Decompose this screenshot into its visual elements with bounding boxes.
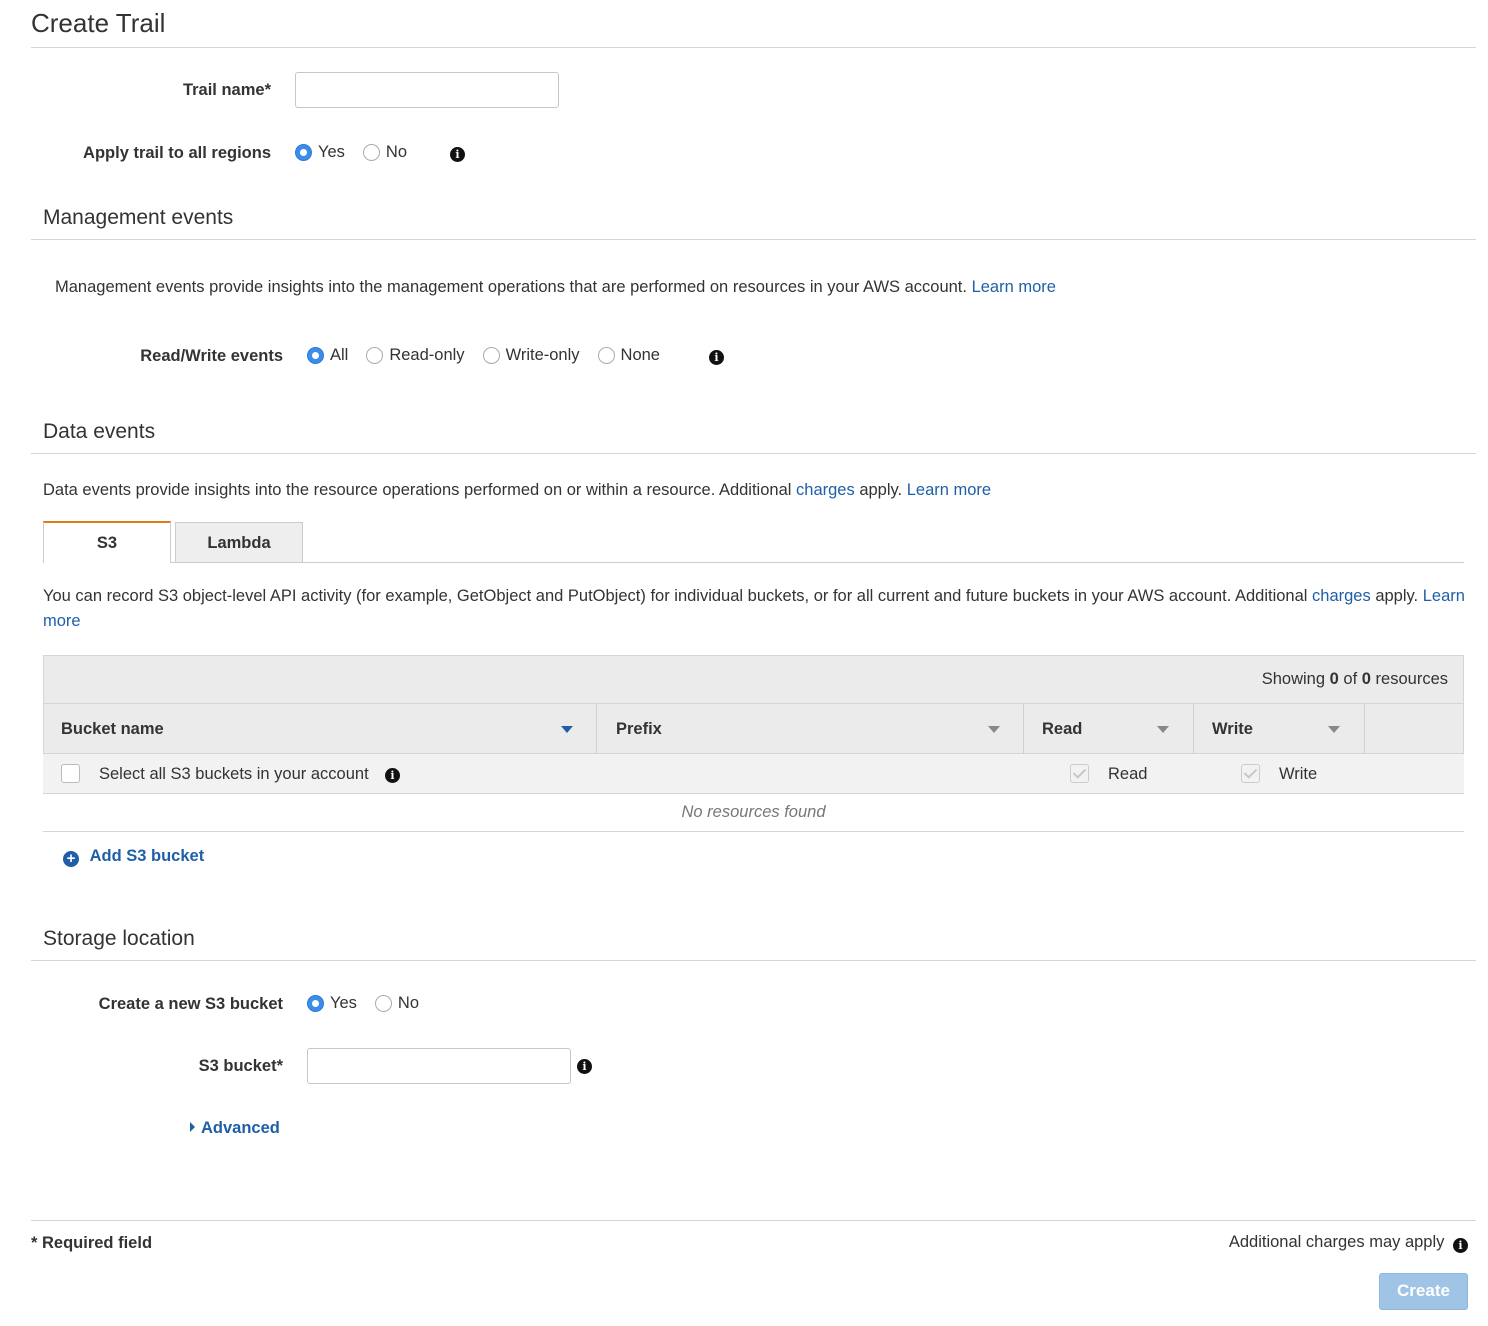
- radio-indicator: [374, 995, 392, 1012]
- rw-write-only-radio[interactable]: Write-only: [482, 346, 580, 365]
- radio-indicator: [366, 347, 384, 364]
- read-write-label: Read/Write events: [140, 347, 283, 365]
- create-button[interactable]: Create: [1379, 1273, 1468, 1310]
- radio-selected-indicator: [307, 995, 324, 1012]
- create-bucket-label: Create a new S3 bucket: [98, 995, 283, 1013]
- regions-label: Apply trail to all regions: [83, 144, 271, 162]
- radio-selected-indicator: [295, 144, 312, 161]
- storage-location-heading: Storage location: [43, 927, 195, 950]
- data-events-description: Data events provide insights into the re…: [43, 481, 992, 499]
- required-field-note: * Required field: [31, 1234, 153, 1252]
- select-all-label: Select all S3 buckets in your account: [99, 765, 369, 783]
- s3-charges-link[interactable]: charges: [1312, 587, 1371, 605]
- radio-indicator: [482, 347, 500, 364]
- table-column-headers: Bucket name Prefix Read Write: [43, 704, 1464, 754]
- storage-divider: [31, 960, 1476, 961]
- showing-count: Showing 0 of 0 resources: [1261, 670, 1448, 688]
- empty-state: No resources found: [681, 803, 826, 821]
- radio-indicator: [362, 144, 380, 161]
- management-divider: [31, 239, 1476, 240]
- page-title: Create Trail: [31, 8, 166, 38]
- additional-charges-note: Additional charges may apply i: [1229, 1233, 1468, 1253]
- regions-yes-radio[interactable]: Yes: [295, 143, 345, 162]
- regions-no-radio[interactable]: No: [362, 143, 407, 162]
- read-write-radio-group: All Read-only Write-only None: [307, 346, 678, 365]
- write-label: Write: [1279, 765, 1318, 783]
- read-checkbox: [1070, 764, 1089, 783]
- info-icon[interactable]: i: [709, 350, 724, 365]
- advanced-toggle[interactable]: Advanced: [190, 1119, 280, 1138]
- add-s3-bucket-link[interactable]: + Add S3 bucket: [63, 847, 204, 867]
- info-icon[interactable]: i: [577, 1059, 592, 1074]
- column-read[interactable]: Read: [1024, 704, 1194, 754]
- trail-name-label: Trail name*: [182, 81, 271, 99]
- rw-none-radio[interactable]: None: [597, 346, 660, 365]
- tab-s3[interactable]: S3: [43, 521, 171, 563]
- info-icon[interactable]: i: [450, 147, 465, 162]
- write-checkbox: [1241, 764, 1260, 783]
- column-bucket-name[interactable]: Bucket name: [43, 704, 597, 754]
- footer-divider: [31, 1220, 1476, 1221]
- info-icon[interactable]: i: [385, 768, 400, 783]
- info-icon[interactable]: i: [1453, 1238, 1468, 1253]
- column-prefix[interactable]: Prefix: [597, 704, 1024, 754]
- data-events-heading: Data events: [43, 420, 156, 443]
- create-bucket-no-radio[interactable]: No: [374, 994, 419, 1013]
- data-events-divider: [31, 453, 1476, 454]
- rw-all-radio[interactable]: All: [307, 346, 348, 365]
- radio-selected-indicator: [307, 347, 324, 364]
- s3-bucket-label: S3 bucket*: [198, 1057, 283, 1075]
- plus-circle-icon: +: [63, 851, 79, 867]
- trail-name-input[interactable]: [295, 72, 559, 108]
- s3-description: You can record S3 object-level API activ…: [43, 587, 1465, 630]
- sort-caret-icon: [1157, 726, 1169, 733]
- tabs-baseline: [43, 562, 1464, 563]
- radio-indicator: [597, 347, 615, 364]
- tab-lambda[interactable]: Lambda: [175, 522, 303, 563]
- management-description: Management events provide insights into …: [55, 278, 1056, 296]
- management-events-heading: Management events: [43, 206, 234, 229]
- sort-caret-icon: [561, 726, 573, 733]
- regions-radio-group: Yes No: [295, 143, 425, 162]
- charges-link[interactable]: charges: [796, 481, 855, 499]
- column-write[interactable]: Write: [1194, 704, 1365, 754]
- table-bottom-border: [43, 831, 1464, 832]
- select-all-checkbox[interactable]: [61, 764, 80, 783]
- s3-bucket-input[interactable]: [307, 1048, 571, 1084]
- data-events-learn-more-link[interactable]: Learn more: [907, 481, 991, 499]
- sort-caret-icon: [988, 726, 1000, 733]
- read-label: Read: [1108, 765, 1148, 783]
- title-divider: [31, 47, 1476, 48]
- management-learn-more-link[interactable]: Learn more: [972, 278, 1056, 296]
- rw-read-only-radio[interactable]: Read-only: [366, 346, 465, 365]
- create-bucket-yes-radio[interactable]: Yes: [307, 994, 357, 1013]
- sort-caret-icon: [1328, 726, 1340, 733]
- caret-right-icon: [190, 1122, 195, 1132]
- create-bucket-radio-group: Yes No: [307, 994, 437, 1013]
